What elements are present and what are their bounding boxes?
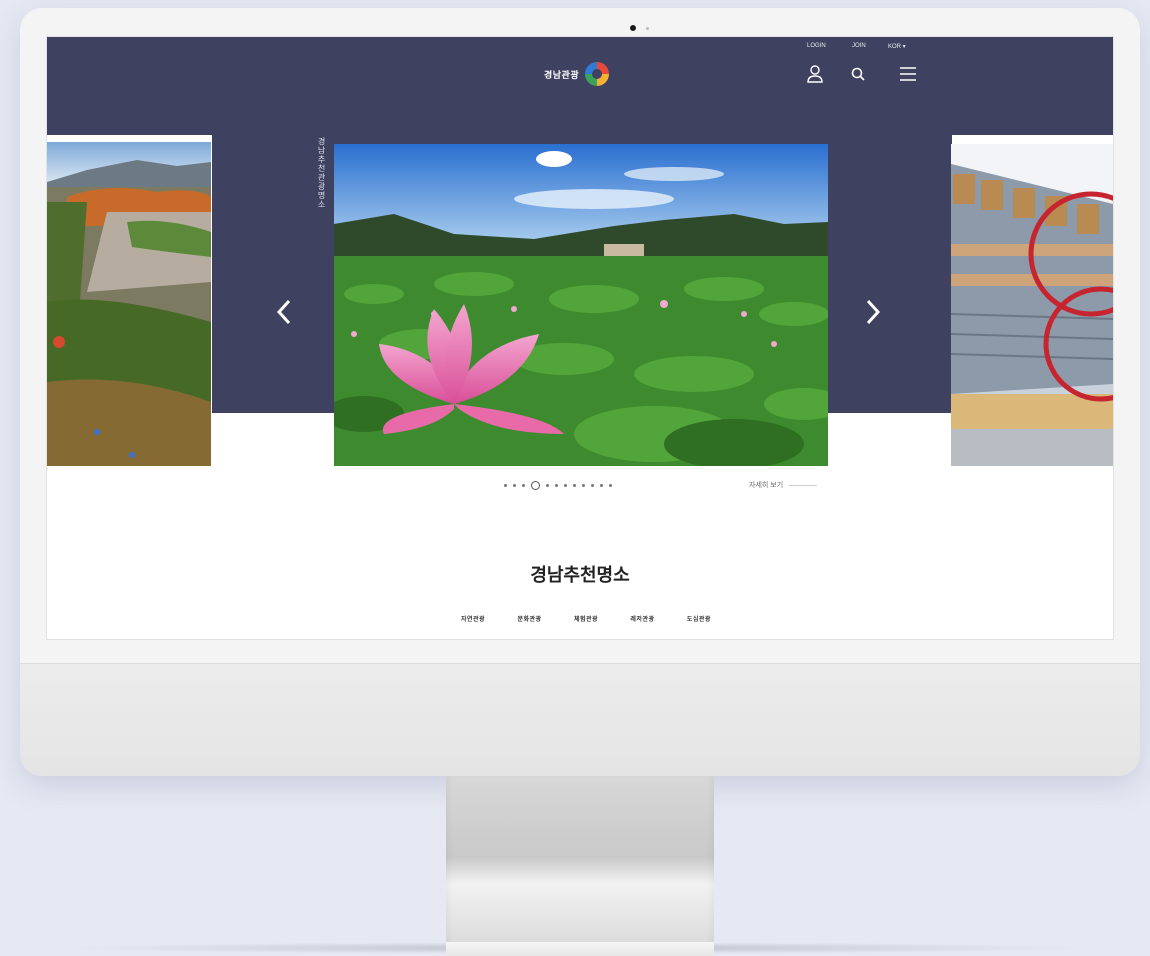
pagination-dot-1[interactable]	[504, 483, 507, 487]
view-all-line	[789, 484, 818, 486]
slide-current-image[interactable]	[334, 144, 828, 466]
slide-next-image[interactable]	[951, 144, 1113, 466]
menu-button[interactable]	[897, 63, 919, 85]
search-icon	[851, 67, 865, 81]
util-link-login[interactable]: LOGIN	[807, 43, 826, 49]
section-title: 경남추천명소	[530, 565, 630, 585]
category-tab-5[interactable]: 도심관광	[687, 614, 711, 623]
category-tab-4[interactable]: 레저관광	[630, 614, 654, 623]
view-all-link[interactable]: 자세히 보기	[749, 480, 818, 490]
util-link-join[interactable]: JOIN	[852, 43, 866, 49]
user-icon	[807, 65, 823, 83]
slide-prev-image[interactable]	[47, 142, 211, 466]
category-tab-2[interactable]: 문화관광	[517, 614, 541, 623]
logo-text: 경남관광	[544, 69, 580, 80]
pagination-dot-8[interactable]	[573, 483, 576, 487]
camera-sensor	[646, 27, 649, 30]
util-link-language[interactable]: KOR ▾	[888, 43, 906, 50]
pagination-dot-2[interactable]	[513, 483, 516, 487]
monitor-chin	[20, 663, 1140, 776]
pagination-dot-7[interactable]	[564, 483, 567, 487]
chevron-right-icon	[866, 299, 881, 325]
pagination-dot-12[interactable]	[609, 483, 612, 487]
pagination-dot-9[interactable]	[582, 483, 585, 487]
chevron-left-icon	[276, 299, 291, 325]
category-tab-3[interactable]: 체험관광	[574, 614, 598, 623]
site-header: 경남관광 LOGIN JOIN KOR ▾	[47, 37, 1113, 135]
logo-mark-icon	[585, 62, 610, 86]
pagination-dot-11[interactable]	[600, 483, 603, 487]
imac-monitor: 경남관광 LOGIN JOIN KOR ▾ 경남추천관광명소 자세히 보기 경남…	[20, 8, 1140, 776]
prev-slide-button[interactable]	[273, 295, 297, 329]
monitor-stand-foot	[446, 942, 714, 956]
hamburger-menu-icon	[900, 67, 916, 81]
site-logo[interactable]: 경남관광	[544, 61, 610, 87]
category-tab-1[interactable]: 자연관광	[461, 614, 485, 623]
hero-vertical-label: 경남추천관광명소	[317, 137, 326, 209]
lotus-field-image	[334, 144, 828, 466]
user-button[interactable]	[804, 63, 826, 85]
website-screen: 경남관광 LOGIN JOIN KOR ▾ 경남추천관광명소 자세히 보기 경남…	[46, 36, 1114, 640]
pagination-dot-6[interactable]	[555, 483, 558, 487]
pagination-dot-3[interactable]	[522, 483, 525, 487]
camera-dot	[630, 25, 636, 31]
slide-pagination	[504, 480, 612, 490]
monitor-stand	[446, 776, 714, 956]
autumn-park-image	[47, 142, 211, 466]
next-slide-button[interactable]	[860, 295, 884, 329]
pagination-dot-10[interactable]	[591, 483, 594, 487]
view-all-label: 자세히 보기	[749, 482, 784, 489]
category-tabs: 자연관광 문화관광 체험관광 레저관광 도심관광	[461, 614, 711, 623]
modern-building-image	[951, 144, 1113, 466]
search-button[interactable]	[847, 63, 869, 85]
pagination-dot-5[interactable]	[546, 483, 549, 487]
pagination-dot-4[interactable]	[531, 480, 540, 490]
